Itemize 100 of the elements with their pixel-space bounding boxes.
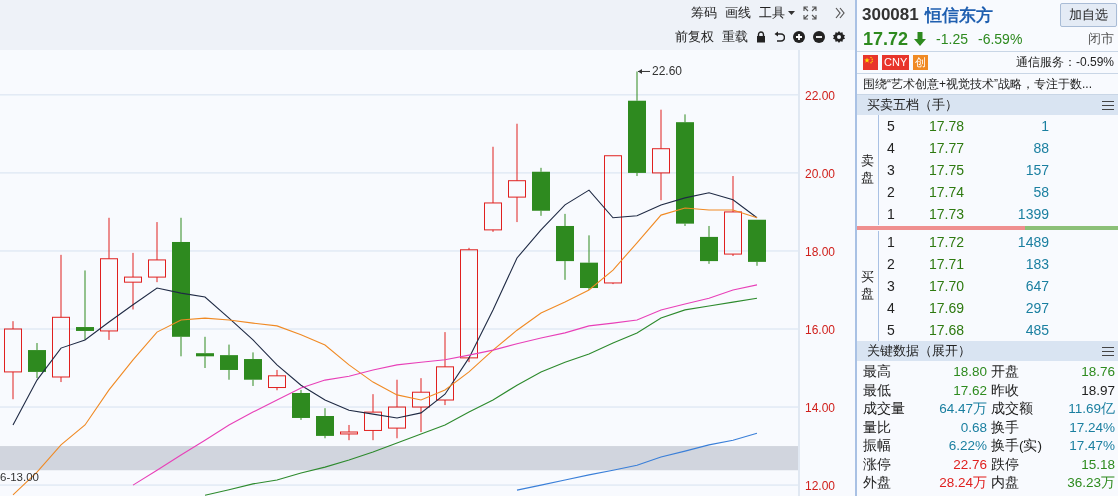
order-price: 17.73 <box>928 206 966 222</box>
order-level: 2 <box>887 256 896 272</box>
market-badge: 创 <box>913 55 929 70</box>
flag-icon <box>863 55 878 70</box>
stat-value: 11.69亿 <box>1067 400 1116 418</box>
stat-value: 17.62 <box>952 381 988 400</box>
fullscreen-icon[interactable] <box>803 6 817 20</box>
order-level: 5 <box>887 118 896 134</box>
undo-icon[interactable] <box>774 31 785 43</box>
axis-label: 20.00 <box>805 166 836 181</box>
toolbar-button[interactable]: 画线 <box>725 4 751 22</box>
stock-name: 恒信东方 <box>924 4 993 27</box>
zoom-out-icon[interactable] <box>813 31 825 43</box>
section-title: 关键数据（展开） <box>867 342 971 360</box>
toolbar-button[interactable]: 重载 <box>722 28 748 46</box>
candlestick <box>76 269 94 341</box>
market-status: 闭市 <box>1088 30 1114 48</box>
candlestick <box>388 379 406 439</box>
add-watchlist-button[interactable]: 加自选 <box>1060 3 1117 27</box>
stat-label: 换手 <box>991 418 1020 437</box>
order-volume: 183 <box>1024 256 1049 272</box>
order-volume: 297 <box>1024 300 1049 316</box>
stat-label: 跌停 <box>991 455 1020 474</box>
candlestick <box>580 234 598 291</box>
candlestick <box>316 407 334 439</box>
market-badge: CNY <box>882 55 910 70</box>
caret-icon <box>788 11 795 15</box>
candlestick <box>268 369 286 391</box>
stat-label: 最高 <box>863 363 892 381</box>
order-volume: 88 <box>1032 140 1049 156</box>
stat-value: 64.47万 <box>938 400 988 418</box>
stat-value: 15.18 <box>1080 455 1116 474</box>
candlestick <box>556 213 574 281</box>
candlestick <box>28 342 46 379</box>
stat-label: 昨收 <box>991 381 1020 400</box>
candlestick <box>700 225 718 265</box>
order-level: 3 <box>887 278 896 294</box>
candlestick <box>148 221 166 283</box>
price-label: 22.60 <box>652 64 683 79</box>
stat-value: 6.22% <box>947 437 988 455</box>
stat-value: 18.97 <box>1080 381 1116 400</box>
order-volume: 1489 <box>1016 234 1049 250</box>
candlestick <box>364 393 382 441</box>
order-price: 17.78 <box>928 118 966 134</box>
stat-label: 外盘 <box>863 474 892 492</box>
stat-value: 18.80 <box>952 363 988 381</box>
stat-value: 17.47% <box>1068 437 1116 455</box>
stat-label: 成交量 <box>863 400 906 418</box>
order-price: 17.74 <box>928 184 966 200</box>
zoom-in-icon[interactable] <box>793 31 805 43</box>
stock-code: 300081 <box>862 5 919 25</box>
percent-change: -6.59% <box>977 31 1023 47</box>
current-price: 17.72 <box>863 28 909 50</box>
toolbar-button[interactable]: 前复权 <box>675 28 714 46</box>
order-level: 4 <box>887 140 896 156</box>
stat-label: 内盘 <box>991 474 1020 492</box>
menu-icon[interactable] <box>1102 100 1114 110</box>
candlestick <box>532 167 550 217</box>
stat-value: 17.24% <box>1068 418 1116 437</box>
order-price: 17.77 <box>928 140 966 156</box>
stat-label: 最低 <box>863 381 892 400</box>
order-level: 1 <box>887 234 896 250</box>
order-level: 1 <box>887 206 896 222</box>
order-price: 17.68 <box>928 322 966 338</box>
order-level: 3 <box>887 162 896 178</box>
tools-dropdown[interactable]: 工具 <box>759 4 795 22</box>
candlestick <box>124 252 142 310</box>
price-change: -1.25 <box>936 31 968 47</box>
lock-icon[interactable] <box>756 31 766 43</box>
order-level: 5 <box>887 322 896 338</box>
candlestick <box>340 424 358 441</box>
axis-label: 16.00 <box>805 323 836 337</box>
order-volume: 157 <box>1024 162 1049 178</box>
axis-label: 12.00 <box>805 479 836 494</box>
candlestick <box>412 377 430 433</box>
order-level: 4 <box>887 300 896 316</box>
stat-value: 18.76 <box>1080 363 1116 381</box>
stat-label: 换手(实) <box>991 437 1043 455</box>
candlestick <box>244 351 262 387</box>
axis-label: 14.00 <box>805 401 836 416</box>
order-level: 2 <box>887 184 896 200</box>
candlestick <box>292 389 310 421</box>
candlestick <box>748 219 766 267</box>
section-title: 买卖五档（手） <box>867 96 958 114</box>
stat-value: 22.76 <box>952 455 988 474</box>
toolbar-button[interactable]: 筹码 <box>691 4 717 22</box>
stat-value: 36.23万 <box>1066 474 1116 492</box>
order-volume: 647 <box>1024 278 1049 294</box>
sell-side-label: 卖盘 <box>857 115 879 225</box>
order-price: 17.69 <box>928 300 966 316</box>
order-price: 17.71 <box>928 256 966 272</box>
sector-change: 通信服务：-0.59% <box>1015 54 1114 71</box>
double-chevron-icon[interactable] <box>835 7 845 19</box>
stat-label: 振幅 <box>863 437 892 455</box>
settings-icon[interactable] <box>833 31 845 43</box>
stat-label: 量比 <box>863 418 892 437</box>
axis-label: 18.00 <box>805 244 836 259</box>
stat-label: 成交额 <box>991 400 1034 418</box>
order-price: 17.72 <box>928 234 966 250</box>
menu-icon[interactable] <box>1102 346 1114 356</box>
